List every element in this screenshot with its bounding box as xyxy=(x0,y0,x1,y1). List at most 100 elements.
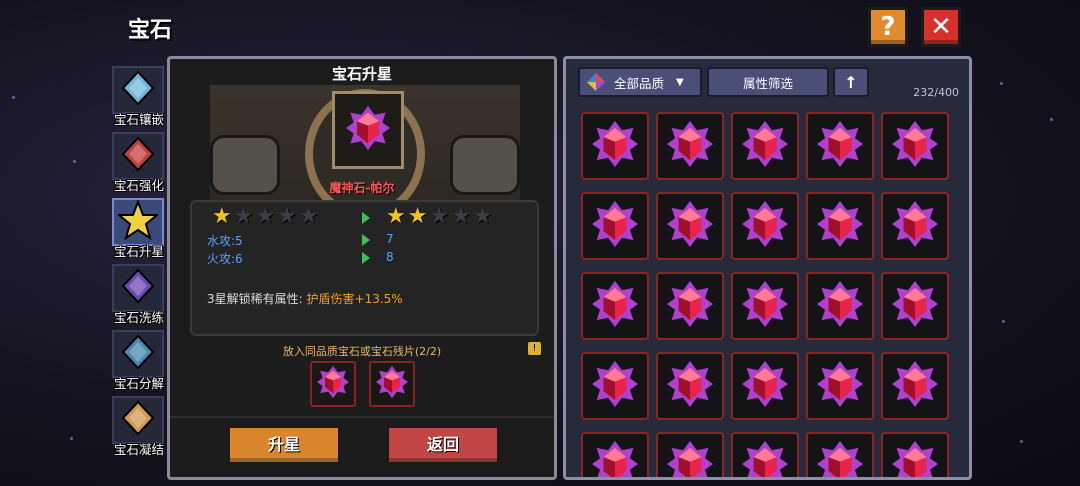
unlock-value: 护盾伤害+13.5% xyxy=(306,292,403,306)
star-empty-icon: ★ xyxy=(298,204,319,229)
inventory-count: 232/400 xyxy=(913,86,959,99)
gem-icon xyxy=(317,366,349,402)
star-empty-icon: ★ xyxy=(451,204,471,229)
gem-icon xyxy=(817,121,863,171)
inventory-gem-slot[interactable] xyxy=(881,352,949,420)
inventory-gem-slot[interactable] xyxy=(806,272,874,340)
background-star xyxy=(1050,118,1053,121)
inventory-gem-slot[interactable] xyxy=(731,352,799,420)
gem-icon xyxy=(592,361,638,411)
inventory-gem-slot[interactable] xyxy=(581,112,649,180)
inventory-gem-slot[interactable] xyxy=(881,272,949,340)
gem-icon xyxy=(817,361,863,411)
gem-name: 魔神石-帕尔 xyxy=(329,181,395,195)
arrow-right-icon xyxy=(362,234,370,246)
star-empty-icon: ★ xyxy=(233,204,254,229)
background-star xyxy=(1000,82,1003,85)
page-title: 宝石 xyxy=(128,18,173,43)
sort-arrow-button[interactable]: ↑ xyxy=(833,67,869,97)
star-filled-icon: ★ xyxy=(407,204,428,229)
stat-water-attack-next: 7 xyxy=(386,232,394,246)
egg-gem-icon xyxy=(112,66,164,114)
gem-icon xyxy=(817,281,863,331)
gem-icon xyxy=(892,201,938,251)
sidebar-item-label: 宝石强化 xyxy=(113,178,164,193)
gem-icon xyxy=(667,441,713,477)
star-empty-icon: ★ xyxy=(429,204,450,229)
back-button[interactable]: 返回 xyxy=(386,425,500,465)
sidebar-item-label: 宝石分解 xyxy=(113,376,164,391)
inventory-gem-slot[interactable] xyxy=(656,192,724,260)
inventory-gem-slot[interactable] xyxy=(881,432,949,477)
inventory-gem-slot[interactable] xyxy=(806,112,874,180)
panel-title: 宝石升星 xyxy=(331,65,392,83)
background-star xyxy=(1020,440,1023,443)
gem-icon xyxy=(667,281,713,331)
sidebar-item-enhance[interactable]: 宝石强化 xyxy=(108,130,168,196)
gem-icon xyxy=(592,281,638,331)
sidebar-item-label: 宝石升星 xyxy=(113,244,164,259)
material-slot-2[interactable] xyxy=(369,361,415,407)
inventory-gem-slot[interactable] xyxy=(731,192,799,260)
inventory-gem-slot[interactable] xyxy=(656,432,724,477)
inventory-gem-slot[interactable] xyxy=(581,352,649,420)
gem-icon xyxy=(892,281,938,331)
gem-icon xyxy=(667,121,713,171)
inventory-gem-slot[interactable] xyxy=(581,192,649,260)
background-star xyxy=(70,437,73,440)
stat-water-attack: 水攻:5 xyxy=(207,234,243,248)
inventory-gem-slot[interactable] xyxy=(806,192,874,260)
hammer-condense-icon xyxy=(112,396,164,444)
gem-icon xyxy=(667,201,713,251)
chevron-down-icon: ▼ xyxy=(676,76,684,88)
inventory-gem-slot[interactable] xyxy=(731,272,799,340)
sidebar-item-inlay[interactable]: 宝石镶嵌 xyxy=(108,64,168,130)
inventory-gem-slot[interactable] xyxy=(731,112,799,180)
help-button[interactable]: ? xyxy=(868,7,908,47)
sidebar-item-star-up[interactable]: 宝石升星 xyxy=(108,196,168,262)
inventory-gem-slot[interactable] xyxy=(656,352,724,420)
attribute-filter-button[interactable]: 属性筛选 xyxy=(707,67,829,97)
inventory-gem-slot[interactable] xyxy=(881,112,949,180)
inventory-gem-slot[interactable] xyxy=(881,192,949,260)
inventory-gem-slot[interactable] xyxy=(581,432,649,477)
gem-icon xyxy=(346,106,390,154)
star-up-button[interactable]: 升星 xyxy=(227,425,341,465)
close-button[interactable]: ✕ xyxy=(921,7,961,47)
target-gem-slot[interactable] xyxy=(332,91,404,169)
inventory-gem-slot[interactable] xyxy=(656,272,724,340)
star-empty-icon: ★ xyxy=(472,204,493,229)
book-gem-icon xyxy=(112,132,164,180)
star-filled-icon: ★ xyxy=(386,204,406,229)
info-icon[interactable]: ! xyxy=(528,342,541,355)
gem-icon xyxy=(892,441,938,477)
inventory-gem-slot[interactable] xyxy=(806,352,874,420)
sidebar-item-decompose[interactable]: 宝石分解 xyxy=(108,328,168,394)
material-slot-1[interactable] xyxy=(310,361,356,407)
sidebar-item-label: 宝石洗练 xyxy=(113,310,164,325)
gem-icon xyxy=(592,441,638,477)
quality-filter-label: 全部品质 xyxy=(614,75,665,91)
sidebar-item-refine[interactable]: 宝石洗练 xyxy=(108,262,168,328)
inventory-gem-slot[interactable] xyxy=(731,432,799,477)
star-up-panel: 宝石升星 魔神石-帕尔 ★ ★ ★ ★ ★ ★ ★ ★ ★ ★ 水攻:5 7 火攻:6 8 3星… xyxy=(167,56,557,480)
gem-icon xyxy=(742,121,788,171)
sidebar-item-condense[interactable]: 宝石凝结 xyxy=(108,394,168,460)
stat-fire-attack-next: 8 xyxy=(386,250,394,264)
inventory-gem-slot[interactable] xyxy=(581,272,649,340)
rainbow-diamond-icon xyxy=(586,72,606,92)
quality-filter-dropdown[interactable]: 全部品质 ▼ xyxy=(578,67,702,97)
gem-icon xyxy=(742,281,788,331)
gem-icon xyxy=(667,361,713,411)
arrow-right-icon xyxy=(362,212,370,224)
star-filled-icon: ★ xyxy=(212,204,232,229)
inventory-gem-slot[interactable] xyxy=(656,112,724,180)
gem-icon xyxy=(817,201,863,251)
gem-icon xyxy=(742,201,788,251)
background-star xyxy=(12,96,15,99)
inventory-gem-slot[interactable] xyxy=(806,432,874,477)
star-empty-icon: ★ xyxy=(277,204,297,229)
arrow-right-icon xyxy=(362,252,370,264)
star-info-box: ★ ★ ★ ★ ★ ★ ★ ★ ★ ★ 水攻:5 7 火攻:6 8 3星解锁稀有属性: 护盾伤害… xyxy=(190,200,539,336)
gem-icon xyxy=(892,121,938,171)
